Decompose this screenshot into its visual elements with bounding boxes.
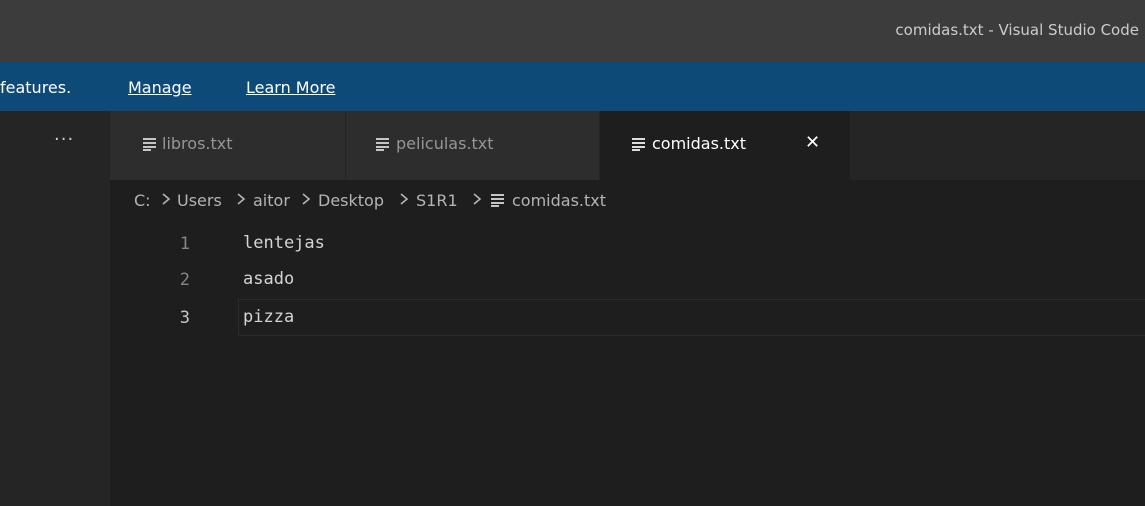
more-actions-icon[interactable]: ··· [54, 131, 74, 149]
line-number: 3 [179, 308, 190, 328]
text-file-icon [632, 138, 645, 151]
manage-link[interactable]: Manage [128, 78, 192, 97]
learn-more-link[interactable]: Learn More [246, 78, 335, 97]
chevron-right-icon [400, 193, 409, 205]
breadcrumb-s1r1[interactable]: S1R1 [416, 191, 458, 210]
text-file-icon [143, 138, 156, 151]
breadcrumb-aitor[interactable]: aitor [253, 191, 290, 210]
editor-line[interactable]: pizza [243, 307, 294, 327]
vscode-window: comidas.txt - Visual Studio Code feature… [0, 0, 1145, 506]
text-file-icon [491, 194, 504, 207]
tab-libros[interactable]: libros.txt [110, 111, 345, 180]
chevron-right-icon [162, 193, 171, 205]
breadcrumb-file[interactable]: comidas.txt [512, 191, 606, 210]
window-title: comidas.txt - Visual Studio Code [895, 21, 1139, 39]
breadcrumb: C: Users aitor Desktop S1R1 comidas.txt [110, 180, 1145, 224]
title-bar[interactable]: comidas.txt - Visual Studio Code [0, 0, 1145, 62]
tab-label: comidas.txt [652, 134, 747, 153]
notification-banner: features. Manage Learn More [0, 62, 1145, 111]
tab-comidas[interactable]: comidas.txt ✕ [600, 111, 850, 180]
chevron-right-icon [237, 193, 246, 205]
banner-message: features. [0, 78, 72, 97]
current-line-highlight [238, 299, 1145, 336]
chevron-right-icon [302, 193, 311, 205]
line-number: 1 [179, 234, 190, 254]
breadcrumb-desktop[interactable]: Desktop [318, 191, 384, 210]
editor-line[interactable]: asado [243, 269, 294, 289]
close-icon[interactable]: ✕ [805, 133, 820, 153]
editor-line[interactable]: lentejas [243, 233, 325, 253]
tab-peliculas[interactable]: peliculas.txt [346, 111, 599, 180]
chevron-right-icon [473, 193, 482, 205]
breadcrumb-users[interactable]: Users [177, 191, 222, 210]
text-editor[interactable]: 1 lentejas 2 asado 3 pizza [110, 224, 1145, 506]
tab-label: libros.txt [162, 134, 233, 153]
breadcrumb-drive[interactable]: C: [134, 191, 151, 210]
activity-bar: ··· [0, 111, 110, 506]
tab-label: peliculas.txt [396, 134, 494, 153]
editor-tab-bar: libros.txt peliculas.txt comidas.txt ✕ [110, 111, 1145, 180]
line-number: 2 [179, 270, 190, 290]
text-file-icon [376, 138, 389, 151]
